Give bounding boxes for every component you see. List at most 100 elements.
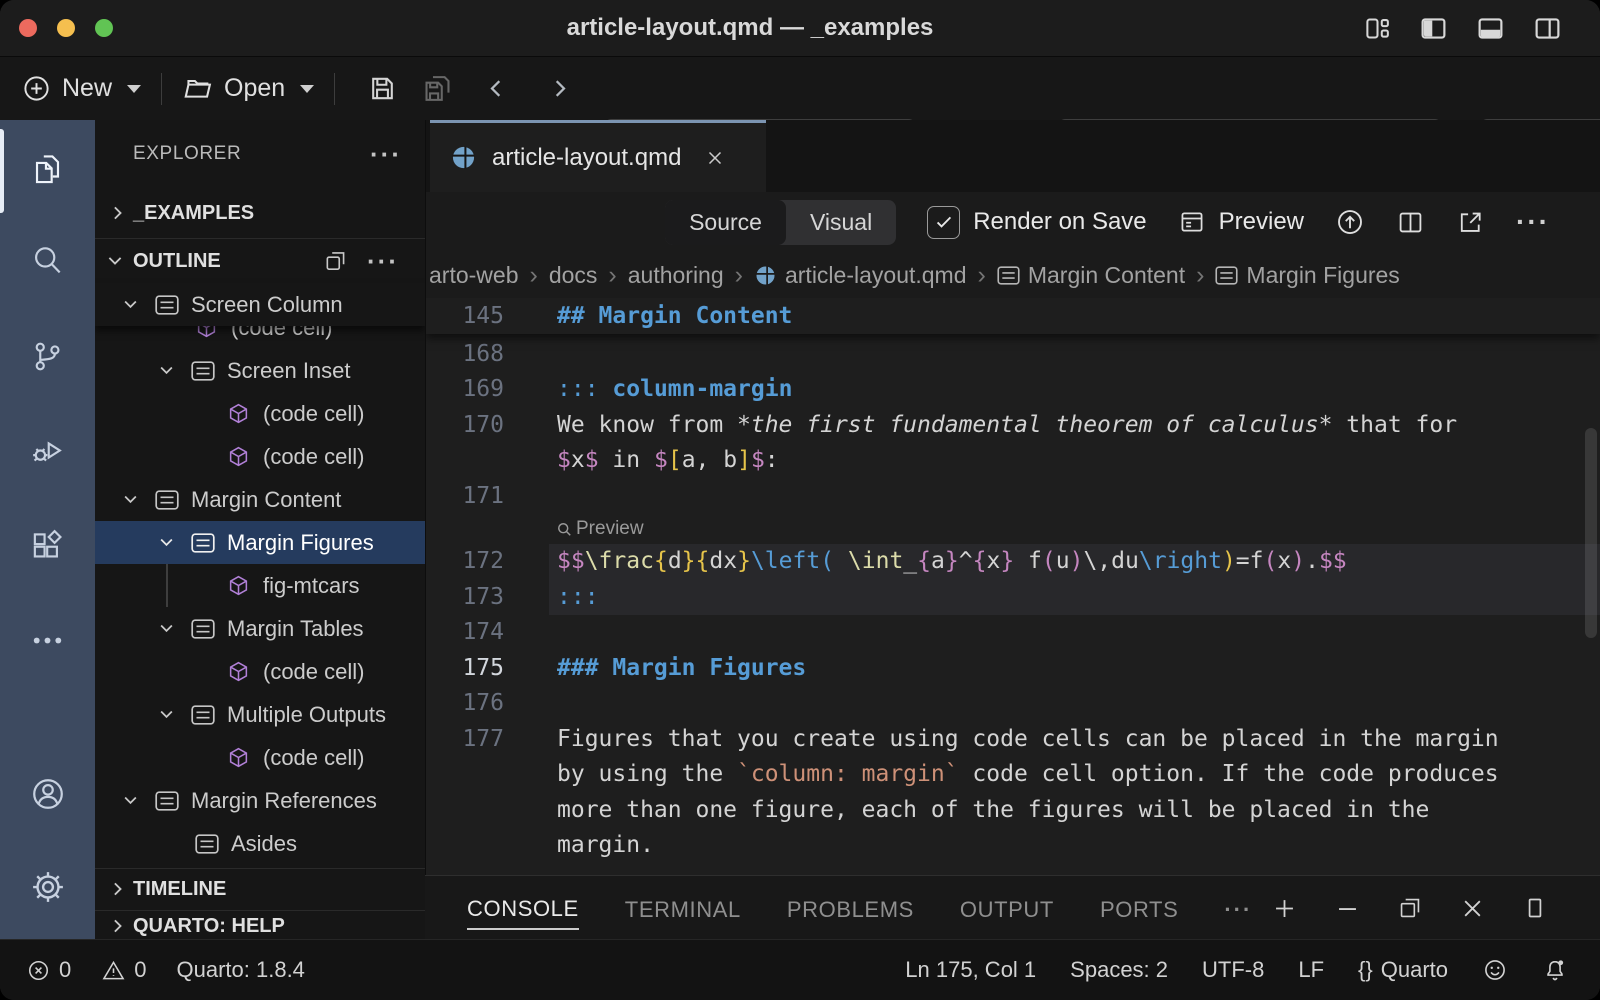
code-line-wrap[interactable]: more than one figure, each of the figure… <box>426 793 1600 829</box>
code-line-wrap[interactable]: by using the `column: margin` code cell … <box>426 757 1600 793</box>
feedback-smiley-icon[interactable] <box>1482 957 1508 983</box>
breadcrumb-symbol[interactable]: Margin Content <box>997 262 1185 289</box>
breadcrumb-separator: › <box>1196 261 1204 290</box>
examples-section-header[interactable]: _EXAMPLES <box>95 192 425 234</box>
extensions-icon[interactable] <box>0 527 95 564</box>
notifications-bell-icon[interactable] <box>1542 957 1568 983</box>
maximize-window-button[interactable] <box>95 19 113 37</box>
close-window-button[interactable] <box>19 19 37 37</box>
save-all-button[interactable] <box>422 73 453 104</box>
breadcrumb-file[interactable]: article-layout.qmd <box>754 262 967 289</box>
panel-tab-problems[interactable]: PROBLEMS <box>787 887 914 929</box>
split-editor-icon[interactable] <box>1396 208 1425 237</box>
explorer-icon[interactable] <box>0 150 95 187</box>
outline-item-code-cell[interactable]: (code cell) <box>95 392 425 435</box>
save-button[interactable] <box>367 73 398 104</box>
explorer-more-icon[interactable]: ··· <box>370 139 402 170</box>
render-on-save-toggle[interactable]: Render on Save <box>927 206 1146 239</box>
language-mode-status[interactable]: {} Quarto <box>1358 957 1448 983</box>
navigate-forward-icon[interactable] <box>546 75 573 102</box>
encoding-status[interactable]: UTF-8 <box>1202 957 1264 983</box>
toggle-left-panel-icon[interactable] <box>1419 14 1448 43</box>
panel-layout-icon[interactable] <box>1522 895 1548 921</box>
panel-tab-terminal[interactable]: TERMINAL <box>625 887 741 929</box>
eol-status[interactable]: LF <box>1298 957 1324 983</box>
panel-tab-console[interactable]: CONSOLE <box>467 886 579 930</box>
outline-item-code-cell[interactable]: (code cell) <box>95 736 425 779</box>
code-line[interactable]: 171 <box>426 479 1600 515</box>
open-external-icon[interactable] <box>1456 208 1485 237</box>
breadcrumb-folder[interactable]: docs <box>549 262 598 289</box>
editor-scrollbar[interactable] <box>1585 428 1597 638</box>
mode-source-button[interactable]: Source <box>665 200 786 245</box>
breadcrumb-folder[interactable]: authoring <box>628 262 724 289</box>
editor-more-actions-icon[interactable]: ··· <box>1516 212 1550 232</box>
publish-icon[interactable] <box>1335 207 1365 237</box>
outline-item-fig-mtcars[interactable]: fig-mtcars <box>95 564 425 607</box>
outline-item-margin-content[interactable]: Margin Content <box>95 478 425 521</box>
timeline-section-header[interactable]: TIMELINE <box>95 868 425 909</box>
problems-indicator[interactable]: 0 0 <box>26 957 147 983</box>
outline-item-asides[interactable]: Asides <box>95 822 425 865</box>
panel-tab-ports[interactable]: PORTS <box>1100 887 1178 929</box>
code-line-wrap[interactable]: $x$ in $[a, b]$: <box>426 443 1600 479</box>
outline-item-screen-inset[interactable]: Screen Inset <box>95 349 425 392</box>
outline-item-margin-figures-selected[interactable]: Margin Figures <box>95 521 425 564</box>
minimize-window-button[interactable] <box>57 19 75 37</box>
outline-section-header[interactable]: OUTLINE ··· <box>95 238 425 283</box>
maximize-panel-icon[interactable] <box>1397 895 1423 921</box>
code-line-math[interactable]: 172$$\frac{d}{dx}\left( \int_{a}^{x} f(u… <box>426 544 1600 580</box>
code-line[interactable]: 174 <box>426 615 1600 651</box>
outline-more-icon[interactable]: ··· <box>367 246 399 277</box>
code-line[interactable]: 169::: column-margin <box>426 372 1600 408</box>
outline-item-screen-column[interactable]: Screen Column <box>95 283 425 326</box>
tab-article-layout[interactable]: article-layout.qmd <box>430 120 766 192</box>
customize-layout-icon[interactable] <box>1364 15 1391 42</box>
outline-item-margin-references[interactable]: Margin References <box>95 779 425 822</box>
outline-item-margin-tables[interactable]: Margin Tables <box>95 607 425 650</box>
code-line-wrap[interactable]: margin. <box>426 828 1600 864</box>
source-control-icon[interactable] <box>0 338 95 375</box>
code-line[interactable]: 168 <box>426 337 1600 373</box>
outline-item-code-cell[interactable]: (code cell) <box>95 650 425 693</box>
indentation-status[interactable]: Spaces: 2 <box>1070 957 1168 983</box>
checkbox-checked-icon[interactable] <box>927 206 960 239</box>
new-button[interactable]: New <box>22 74 141 103</box>
code-line[interactable]: 173::: <box>426 580 1600 616</box>
breadcrumb-folder[interactable]: arto-web <box>429 262 518 289</box>
quarto-version-status[interactable]: Quarto: 1.8.4 <box>177 957 305 983</box>
search-view-icon[interactable] <box>0 242 95 279</box>
outline-item-code-cell[interactable]: (code cell) <box>95 435 425 478</box>
tab-close-icon[interactable] <box>704 147 726 169</box>
outline-item-multiple-outputs[interactable]: Multiple Outputs <box>95 693 425 736</box>
more-views-icon[interactable] <box>0 622 95 659</box>
run-debug-icon[interactable] <box>0 432 95 469</box>
new-session-plus-icon[interactable] <box>1271 895 1298 922</box>
chevron-right-icon <box>108 916 128 936</box>
minimize-panel-icon[interactable] <box>1334 895 1361 922</box>
sticky-scroll-line[interactable]: 145## Margin Content <box>426 298 1600 334</box>
settings-gear-icon[interactable] <box>0 868 95 906</box>
code-line[interactable]: 177Figures that you create using code ce… <box>426 722 1600 758</box>
code-line[interactable]: 176 <box>426 686 1600 722</box>
preview-button[interactable]: Preview <box>1178 208 1304 236</box>
codelens-preview[interactable]: Preview <box>426 514 1600 544</box>
account-icon[interactable] <box>0 775 95 813</box>
collapse-all-icon[interactable] <box>323 248 349 274</box>
breadcrumb-symbol[interactable]: Margin Figures <box>1215 262 1399 289</box>
panel-more-tabs-icon[interactable]: ··· <box>1224 887 1252 929</box>
toggle-right-panel-icon[interactable] <box>1533 14 1562 43</box>
cursor-position-status[interactable]: Ln 175, Col 1 <box>905 957 1036 983</box>
code-line-current[interactable]: 175### Margin Figures <box>426 651 1600 687</box>
quarto-help-section-header[interactable]: QUARTO: HELP <box>95 910 425 940</box>
code-line[interactable]: 170We know from *the first fundamental t… <box>426 408 1600 444</box>
close-panel-icon[interactable] <box>1459 895 1486 922</box>
navigate-back-icon[interactable] <box>483 75 510 102</box>
section-icon <box>997 266 1020 285</box>
panel-tab-output[interactable]: OUTPUT <box>960 887 1054 929</box>
code-editor[interactable]: 168 169::: column-margin 170We know from… <box>426 298 1600 875</box>
toggle-bottom-panel-icon[interactable] <box>1476 14 1505 43</box>
mode-visual-button[interactable]: Visual <box>786 200 896 245</box>
source-visual-toggle[interactable]: Source Visual <box>665 200 896 245</box>
open-button[interactable]: Open <box>182 73 314 104</box>
